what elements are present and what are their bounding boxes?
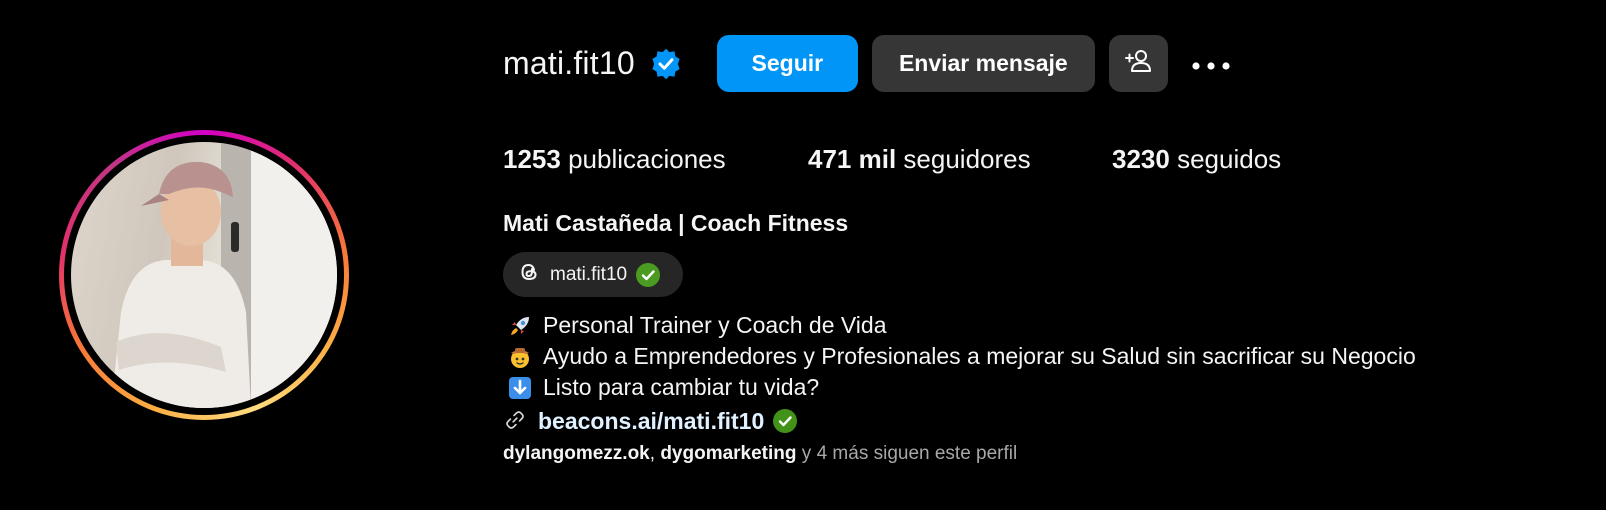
- cowboy-face-icon: [506, 343, 533, 370]
- more-options-icon: [1191, 50, 1231, 77]
- mutual-follower-2[interactable]: dygomarketing: [660, 443, 796, 464]
- threads-handle: mati.fit10: [550, 263, 628, 285]
- followers-label: seguidores: [903, 143, 1031, 174]
- threads-profile-link[interactable]: mati.fit10: [503, 252, 683, 297]
- external-link-row[interactable]: beacons.ai/mati.fit10: [504, 405, 798, 437]
- followed-by-text[interactable]: dylangomezz.ok, dygomarketing y 4 más si…: [503, 443, 1017, 465]
- green-check-icon: [772, 408, 798, 434]
- following-stat[interactable]: 3230 seguidos: [1112, 144, 1281, 175]
- avatar-gap: [64, 135, 344, 415]
- verified-badge-icon: [649, 47, 683, 81]
- posts-label: publicaciones: [568, 143, 726, 174]
- green-check-icon: [635, 262, 661, 288]
- avatar-photo: [111, 142, 337, 408]
- bio-line-text: Personal Trainer y Coach de Vida: [543, 312, 887, 338]
- bio-line: Listo para cambiar tu vida?: [506, 372, 1416, 403]
- mutual-followers-rest: y 4 más siguen este perfil: [801, 443, 1018, 464]
- bio-line: Personal Trainer y Coach de Vida: [506, 310, 1416, 341]
- rocket-icon: [506, 312, 533, 339]
- following-count: 3230: [1112, 143, 1170, 174]
- down-arrow-button-icon: [506, 374, 533, 401]
- followers-stat[interactable]: 471 mil seguidores: [808, 144, 1112, 175]
- bio-line: Ayudo a Emprendedores y Profesionales a …: [506, 341, 1416, 372]
- link-icon: [504, 409, 528, 433]
- profile-header-row: mati.fit10 Seguir Enviar mensaje: [503, 35, 1234, 92]
- profile-username: mati.fit10: [503, 45, 635, 81]
- more-options-button[interactable]: [1188, 35, 1234, 92]
- add-user-icon: [1124, 47, 1152, 81]
- threads-icon: [516, 259, 542, 290]
- posts-count: 1253: [503, 143, 561, 174]
- bio-text: Personal Trainer y Coach de Vida Ayudo a…: [506, 310, 1416, 403]
- profile-avatar[interactable]: [71, 142, 337, 408]
- profile-full-name: Mati Castañeda | Coach Fitness: [503, 210, 849, 236]
- external-link[interactable]: beacons.ai/mati.fit10: [538, 408, 764, 435]
- following-label: seguidos: [1177, 143, 1282, 174]
- mutual-separator: ,: [649, 443, 656, 464]
- bio-line-text: Ayudo a Emprendedores y Profesionales a …: [543, 343, 1416, 369]
- profile-stats: 1253 publicaciones 471 mil seguidores 32…: [503, 140, 1281, 178]
- follow-button[interactable]: Seguir: [716, 35, 858, 92]
- mutual-follower-1[interactable]: dylangomezz.ok: [503, 443, 650, 464]
- bio-line-text: Listo para cambiar tu vida?: [543, 374, 820, 400]
- posts-stat: 1253 publicaciones: [503, 144, 808, 175]
- profile-avatar-story-ring[interactable]: [59, 130, 349, 420]
- send-message-button[interactable]: Enviar mensaje: [871, 35, 1095, 92]
- followers-count: 471 mil: [808, 143, 897, 174]
- suggested-users-button[interactable]: [1108, 35, 1168, 92]
